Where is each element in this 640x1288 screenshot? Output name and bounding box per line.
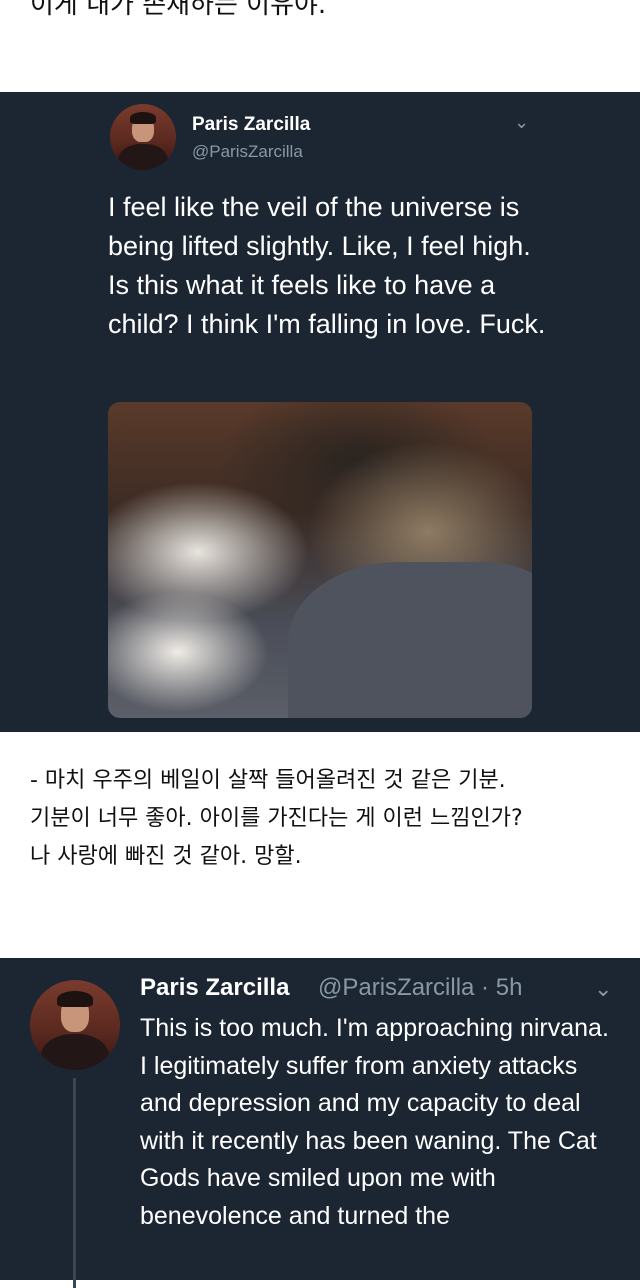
kitten-photo[interactable] [108,402,532,718]
thread-line [73,1078,76,1288]
tweet-text: I feel like the veil of the universe is … [108,192,546,339]
author-handle-time[interactable]: @ParisZarcilla · 5h [318,974,522,1002]
author-handle[interactable]: @ParisZarcilla [192,142,303,162]
tweet-card-1: Paris Zarcilla @ParisZarcilla ⌄ I feel l… [0,92,640,732]
translation-line-1: - 마치 우주의 베일이 살짝 들어올려진 것 같은 기분. [30,768,506,793]
avatar[interactable] [110,104,176,170]
author-name[interactable]: Paris Zarcilla [140,974,289,1002]
translation-line-3: 나 사랑에 빠진 것 같아. 망할. [30,844,302,869]
tweet-text: This is too much. I'm approaching nirvan… [140,1014,609,1230]
author-name[interactable]: Paris Zarcilla [192,114,310,136]
translation-text: - 마치 우주의 베일이 살짝 들어올려진 것 같은 기분. 기분이 너무 좋아… [30,762,630,876]
chevron-down-icon[interactable]: ⌄ [594,976,612,1002]
avatar[interactable] [30,980,120,1070]
tweet-card-2: Paris Zarcilla @ParisZarcilla · 5h ⌄ Thi… [0,958,640,1288]
top-caption: 이게 내가 존재하는 이유야. [30,0,327,20]
translation-line-2: 기분이 너무 좋아. 아이를 가진다는 게 이런 느낌인가? [30,806,523,831]
chevron-down-icon[interactable]: ⌄ [514,112,529,133]
